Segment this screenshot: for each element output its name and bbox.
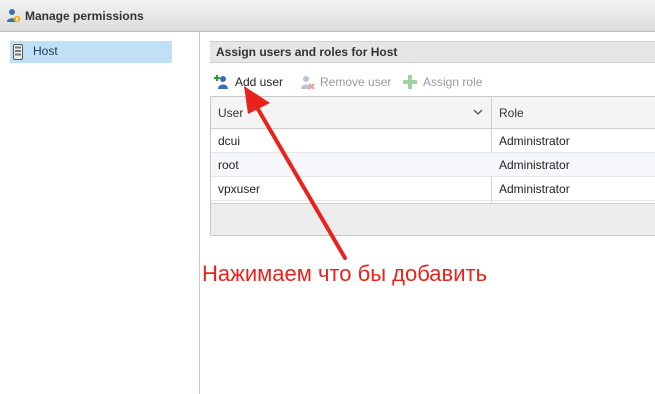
add-user-icon bbox=[214, 75, 228, 89]
table-row[interactable]: dcui Administrator bbox=[211, 129, 655, 153]
assign-role-label: Assign role bbox=[423, 75, 483, 89]
plus-icon bbox=[403, 75, 417, 89]
chevron-down-icon[interactable] bbox=[473, 107, 483, 117]
role-cell: Administrator bbox=[499, 158, 570, 172]
column-header-user[interactable]: User bbox=[218, 106, 243, 120]
table-row[interactable]: root Administrator bbox=[211, 153, 655, 177]
window-titlebar: Manage permissions bbox=[0, 0, 655, 32]
sidebar-item-label: Host bbox=[33, 44, 58, 58]
toolbar: Add user Remove user Assign role bbox=[210, 70, 655, 92]
table-footer bbox=[211, 203, 655, 235]
annotation-text: Нажимаем что бы добавить bbox=[202, 261, 488, 286]
section-title: Assign users and roles for Host bbox=[216, 45, 398, 59]
role-cell: Administrator bbox=[499, 134, 570, 148]
section-header: Assign users and roles for Host bbox=[210, 41, 655, 63]
add-user-button[interactable]: Add user bbox=[214, 73, 283, 91]
role-cell: Administrator bbox=[499, 182, 570, 196]
table-header: User Role bbox=[211, 97, 655, 129]
user-cell: root bbox=[218, 158, 239, 172]
main-panel: Assign users and roles for Host Add user… bbox=[200, 32, 655, 394]
users-icon bbox=[7, 9, 21, 23]
left-panel: Host bbox=[0, 32, 200, 394]
remove-user-button[interactable]: Remove user bbox=[299, 73, 391, 91]
remove-user-label: Remove user bbox=[320, 75, 392, 89]
table-row[interactable]: vpxuser Administrator bbox=[211, 177, 655, 201]
sidebar-item-host[interactable]: Host bbox=[10, 41, 172, 63]
add-user-label: Add user bbox=[235, 75, 284, 89]
host-icon bbox=[13, 44, 23, 60]
assign-role-button[interactable]: Assign role bbox=[402, 73, 482, 91]
window-title: Manage permissions bbox=[25, 9, 144, 23]
users-table: User Role dcui Administrator root Admini… bbox=[210, 96, 655, 236]
user-cell: dcui bbox=[218, 134, 241, 148]
user-cell: vpxuser bbox=[218, 182, 261, 196]
remove-user-icon bbox=[301, 76, 315, 90]
column-header-role[interactable]: Role bbox=[499, 106, 524, 120]
